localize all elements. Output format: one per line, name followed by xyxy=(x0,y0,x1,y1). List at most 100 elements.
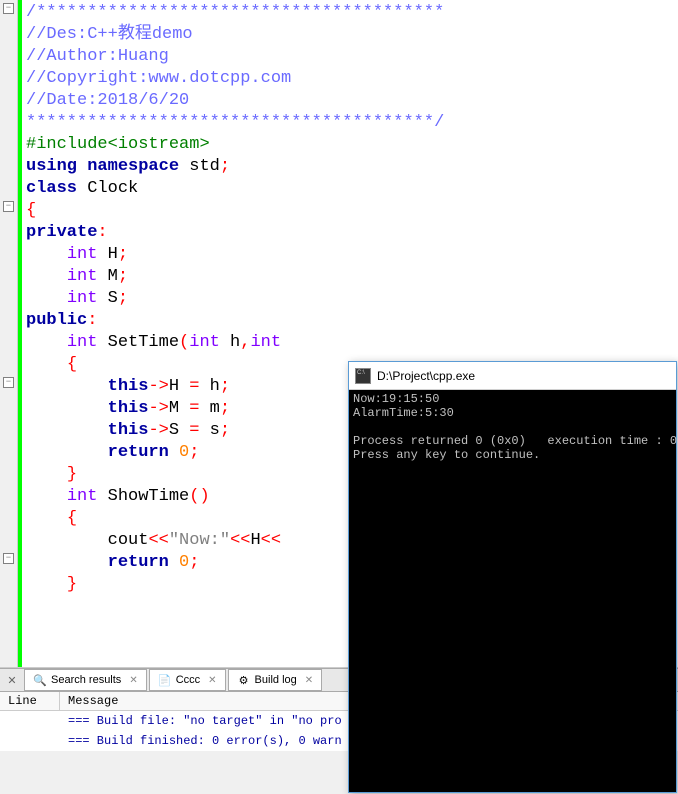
op: ; xyxy=(220,421,230,440)
op: ( xyxy=(179,333,189,352)
op: = xyxy=(179,399,210,418)
type: int xyxy=(67,289,98,308)
ident: m xyxy=(210,399,220,418)
col-line[interactable]: Line xyxy=(0,692,60,710)
ident: cout xyxy=(108,531,149,550)
kw: namespace xyxy=(87,157,179,176)
fold-toggle[interactable]: − xyxy=(3,377,14,388)
tab-label: Cccc xyxy=(176,674,200,686)
ident: h xyxy=(210,377,220,396)
op: ; xyxy=(189,443,199,462)
ident: Clock xyxy=(77,179,138,198)
close-icon[interactable]: ✕ xyxy=(305,675,313,686)
num: 0 xyxy=(169,443,189,462)
ident: S xyxy=(97,289,117,308)
close-icon[interactable]: ✕ xyxy=(4,672,20,688)
string: "Now:" xyxy=(169,531,230,550)
kw: class xyxy=(26,179,77,198)
close-icon[interactable]: ✕ xyxy=(129,675,137,686)
ident: std xyxy=(189,157,220,176)
op: ) xyxy=(199,487,209,506)
op: ; xyxy=(189,553,199,572)
fold-toggle[interactable]: − xyxy=(3,553,14,564)
console-line: Process returned 0 (0x0) execution time … xyxy=(353,434,678,448)
op: << xyxy=(261,531,281,550)
type: int xyxy=(67,245,98,264)
console-line: Now:19:15:50 xyxy=(353,392,439,406)
brace: } xyxy=(67,575,77,594)
op: -> xyxy=(148,399,168,418)
op: ; xyxy=(220,377,230,396)
ident: M xyxy=(97,267,117,286)
ident: SetTime xyxy=(97,333,179,352)
op: << xyxy=(230,531,250,550)
tab-label: Build log xyxy=(255,674,297,686)
ident: H xyxy=(250,531,260,550)
ident: M xyxy=(169,399,179,418)
ident: s xyxy=(210,421,220,440)
doc-icon: 📄 xyxy=(158,673,172,687)
console-line: AlarmTime:5:30 xyxy=(353,406,454,420)
kw: public xyxy=(26,311,87,330)
comment: //Des:C++教程demo xyxy=(26,25,193,44)
preproc: <iostream> xyxy=(108,135,210,154)
tab-cccc[interactable]: 📄 Cccc ✕ xyxy=(149,669,226,691)
comment: ****************************************… xyxy=(26,113,444,132)
kw: private xyxy=(26,223,97,242)
console-title: D:\Project\cpp.exe xyxy=(377,369,475,383)
fold-margin: − − − − xyxy=(0,0,18,667)
preproc: #include xyxy=(26,135,108,154)
tab-label: Search results xyxy=(51,674,121,686)
op: = xyxy=(179,421,210,440)
console-icon xyxy=(355,368,371,384)
kw: this xyxy=(108,399,149,418)
op: ; xyxy=(220,399,230,418)
op: ; xyxy=(118,245,128,264)
ident: H xyxy=(97,245,117,264)
console-line: Press any key to continue. xyxy=(353,448,540,462)
fold-toggle[interactable]: − xyxy=(3,201,14,212)
console-window[interactable]: D:\Project\cpp.exe Now:19:15:50 AlarmTim… xyxy=(348,361,677,793)
brace: } xyxy=(67,465,77,484)
comment: //Author:Huang xyxy=(26,47,169,66)
console-output[interactable]: Now:19:15:50 AlarmTime:5:30 Process retu… xyxy=(349,390,676,792)
op: : xyxy=(87,311,97,330)
type: int xyxy=(67,333,98,352)
op: << xyxy=(148,531,168,550)
op: ( xyxy=(189,487,199,506)
kw: return xyxy=(108,553,169,572)
brace: { xyxy=(67,509,77,528)
op: , xyxy=(240,333,250,352)
comment: /***************************************… xyxy=(26,3,444,22)
op: -> xyxy=(148,421,168,440)
ident: S xyxy=(169,421,179,440)
comment: //Copyright:www.dotcpp.com xyxy=(26,69,291,88)
search-icon: 🔍 xyxy=(33,673,47,687)
type: int xyxy=(189,333,220,352)
tab-build-log[interactable]: ⚙ Build log ✕ xyxy=(228,669,323,691)
type: int xyxy=(67,267,98,286)
comment: //Date:2018/6/20 xyxy=(26,91,189,110)
op: : xyxy=(97,223,107,242)
ident: H xyxy=(169,377,179,396)
ident: h xyxy=(220,333,240,352)
brace: { xyxy=(26,201,36,220)
kw: this xyxy=(108,421,149,440)
fold-toggle[interactable]: − xyxy=(3,3,14,14)
num: 0 xyxy=(169,553,189,572)
brace: { xyxy=(67,355,77,374)
op: -> xyxy=(148,377,168,396)
console-titlebar[interactable]: D:\Project\cpp.exe xyxy=(349,362,676,390)
op: = xyxy=(179,377,210,396)
kw: return xyxy=(108,443,169,462)
type: int xyxy=(250,333,281,352)
op: ; xyxy=(118,289,128,308)
ident: ShowTime xyxy=(97,487,189,506)
gear-icon: ⚙ xyxy=(237,673,251,687)
kw: using xyxy=(26,157,77,176)
tab-search-results[interactable]: 🔍 Search results ✕ xyxy=(24,669,147,691)
op: ; xyxy=(118,267,128,286)
type: int xyxy=(67,487,98,506)
kw: this xyxy=(108,377,149,396)
close-icon[interactable]: ✕ xyxy=(208,675,216,686)
